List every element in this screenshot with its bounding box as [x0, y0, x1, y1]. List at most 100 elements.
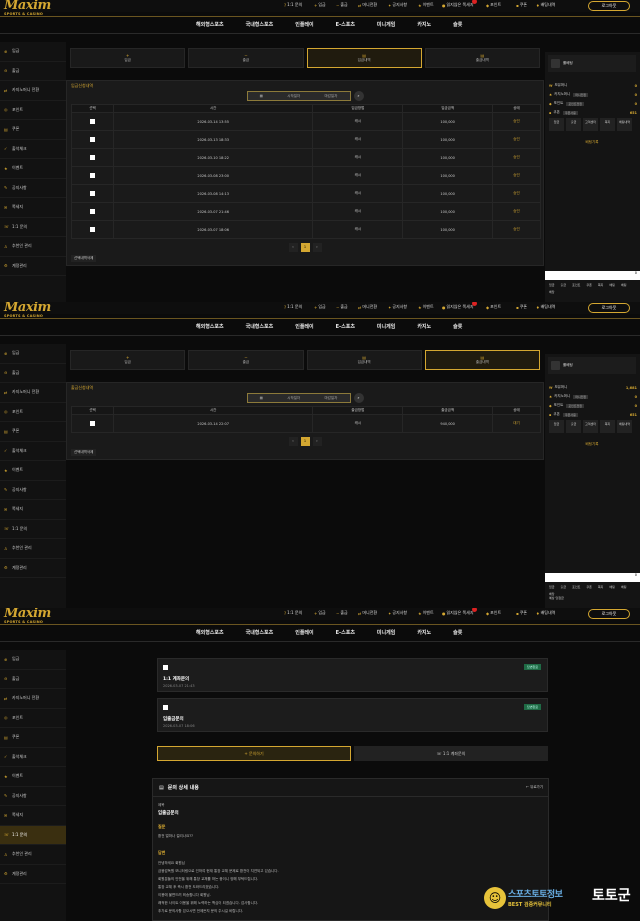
nav-item-0[interactable]: 해외형스포츠 [196, 323, 224, 330]
bet-history-link[interactable]: 배팅기록 [549, 442, 635, 449]
betslip-amount[interactable]: 0 [545, 271, 640, 280]
end-date[interactable]: 마감일자 [324, 94, 337, 99]
nav-item-4[interactable]: 미니게임 [377, 323, 395, 330]
quick-menu-3[interactable]: 쪽지 [600, 420, 615, 433]
date-range[interactable]: ▦ 시작일자 마감일자 [246, 393, 351, 403]
back-button[interactable]: ← 뒤로가기 [526, 785, 543, 790]
sidebar-item-6[interactable]: ★ 이벤트 [0, 767, 66, 787]
nav-item-2[interactable]: 인플레이 [295, 629, 313, 636]
search-icon[interactable]: ⌕ [353, 393, 364, 403]
sidebar-item-3[interactable]: ◎ 포인트 [0, 403, 66, 422]
sidebar-item-1[interactable]: ⊖ 출금 [0, 670, 66, 689]
convert-button[interactable]: 포인트전환 [566, 101, 585, 106]
quick-menu-0[interactable]: 입금 [549, 420, 564, 433]
next-page-button[interactable]: › [312, 437, 322, 446]
sidebar-item-2[interactable]: ⇄ 카지노머니 전환 [0, 383, 66, 403]
write-inquiry-button[interactable]: + 문의하기 [157, 746, 351, 761]
nav-item-3[interactable]: E-스포츠 [336, 629, 355, 636]
toplink-1[interactable]: + 입금 [314, 2, 336, 8]
sidebar-item-3[interactable]: ◎ 포인트 [0, 101, 66, 120]
betslip-tab-0[interactable]: 입금 [549, 585, 555, 589]
row-checkbox[interactable] [89, 190, 95, 196]
toplink-8[interactable]: ▪ 쿠폰 [516, 304, 536, 310]
end-date[interactable]: 마감일자 [324, 396, 337, 401]
betslip-tab-6[interactable]: 배팅 [621, 585, 627, 589]
date-range[interactable]: ▦ 시작일자 마감일자 [246, 91, 351, 101]
nav-item-6[interactable]: 슬롯 [453, 629, 462, 636]
betslip-tab-4[interactable]: 쪽지 [598, 585, 604, 589]
convert-button[interactable]: 머니전환 [573, 394, 589, 399]
toplink-6[interactable]: ● 읽지않은 쪽세지 [442, 610, 486, 616]
toplink-4[interactable]: ✦ 공지사항 [388, 610, 418, 616]
page-button[interactable]: 1 [300, 243, 310, 252]
convert-button[interactable]: 머니전환 [573, 92, 589, 97]
sidebar-item-0[interactable]: ⊕ 입금 [0, 650, 66, 670]
nav-item-2[interactable]: 인플레이 [295, 21, 313, 28]
nav-item-4[interactable]: 미니게임 [377, 21, 395, 28]
nav-item-1[interactable]: 국내형스포츠 [246, 323, 274, 330]
sidebar-item-2[interactable]: ⇄ 카지노머니 전환 [0, 81, 66, 101]
nav-item-1[interactable]: 국내형스포츠 [246, 629, 274, 636]
sidebar-item-11[interactable]: ⚙ 계정관리 [0, 865, 66, 884]
brand-logo[interactable]: Maxim SPORTS & CASINO [4, 608, 51, 624]
toplink-9[interactable]: ♦ 배팅내역 [536, 610, 566, 616]
quick-menu-2[interactable]: 고객센터 [583, 420, 598, 433]
brand-logo[interactable]: Maxim SPORTS & CASINO [4, 302, 51, 318]
toplink-6[interactable]: ● 읽지않은 쪽세지 [442, 304, 486, 310]
toplink-7[interactable]: ◆ 포인트 [486, 304, 516, 310]
toplink-3[interactable]: ⇄ 머니전환 [358, 2, 388, 8]
sidebar-item-4[interactable]: ▤ 쿠폰 [0, 422, 66, 442]
toplink-2[interactable]: − 출금 [336, 304, 358, 310]
tab-1[interactable]: − 출금 [188, 350, 304, 370]
toplink-5[interactable]: ★ 이벤트 [418, 304, 442, 310]
quick-menu-3[interactable]: 쪽지 [600, 118, 615, 131]
row-checkbox[interactable] [89, 172, 95, 178]
toplink-5[interactable]: ★ 이벤트 [418, 2, 442, 8]
toplink-1[interactable]: + 입금 [314, 304, 336, 310]
betslip-tab-5[interactable]: 배팅 [609, 585, 615, 589]
toplink-0[interactable]: ? 1:1 문의 [284, 610, 314, 616]
sidebar-item-9[interactable]: ☏ 1:1 문의 [0, 218, 66, 237]
toplink-3[interactable]: ⇄ 머니전환 [358, 304, 388, 310]
nav-item-3[interactable]: E-스포츠 [336, 323, 355, 330]
search-icon[interactable]: ⌕ [353, 91, 364, 101]
toplink-0[interactable]: ? 1:1 문의 [284, 304, 314, 310]
toplink-8[interactable]: ▪ 쿠폰 [516, 610, 536, 616]
nav-item-0[interactable]: 해외형스포츠 [196, 21, 224, 28]
quick-menu-1[interactable]: 출금 [566, 420, 581, 433]
inquiry-checkbox[interactable] [163, 705, 168, 710]
toplink-2[interactable]: − 출금 [336, 610, 358, 616]
sidebar-item-8[interactable]: ✉ 쪽세지 [0, 198, 66, 218]
sidebar-item-10[interactable]: ♙ 추천인 관리 [0, 845, 66, 865]
logout-button[interactable]: 로그아웃 [588, 609, 630, 619]
sidebar-item-8[interactable]: ✉ 쪽세지 [0, 806, 66, 826]
tab-2[interactable]: ▤ 입금내역 [306, 48, 422, 68]
betslip-tab-1[interactable]: 출금 [561, 585, 567, 589]
betslip-tab-6[interactable]: 배팅 [621, 283, 627, 287]
row-checkbox[interactable] [89, 420, 95, 426]
page-button[interactable]: 1 [300, 437, 310, 446]
betslip-tab-3[interactable]: 쿠폰 [586, 585, 592, 589]
quick-menu-0[interactable]: 입금 [549, 118, 564, 131]
nav-item-5[interactable]: 카지노 [417, 629, 431, 636]
sidebar-item-7[interactable]: ✎ 공지사항 [0, 179, 66, 198]
toplink-8[interactable]: ▪ 쿠폰 [516, 2, 536, 8]
tab-2[interactable]: ▤ 입금내역 [306, 350, 422, 370]
toplink-4[interactable]: ✦ 공지사항 [388, 304, 418, 310]
next-page-button[interactable]: › [312, 243, 322, 252]
sidebar-item-0[interactable]: ⊕ 입금 [0, 344, 66, 364]
quick-menu-4[interactable]: 배팅내역 [617, 420, 632, 433]
toplink-7[interactable]: ◆ 포인트 [486, 610, 516, 616]
tab-0[interactable]: + 입금 [70, 350, 186, 370]
inquiry-item[interactable]: 답변완료 입출금문의 2026-03-07 18:06 [157, 698, 548, 732]
sidebar-item-10[interactable]: ♙ 추천인 관리 [0, 237, 66, 257]
quick-menu-4[interactable]: 배팅내역 [617, 118, 632, 131]
toplink-1[interactable]: + 입금 [314, 610, 336, 616]
nav-item-1[interactable]: 국내형스포츠 [246, 21, 274, 28]
logout-button[interactable]: 로그아웃 [588, 303, 630, 313]
row-checkbox[interactable] [89, 118, 95, 124]
sidebar-item-5[interactable]: ✓ 출석체크 [0, 140, 66, 159]
sidebar-item-3[interactable]: ◎ 포인트 [0, 709, 66, 728]
sidebar-item-11[interactable]: ⚙ 계정관리 [0, 559, 66, 578]
sidebar-item-7[interactable]: ✎ 공지사항 [0, 481, 66, 500]
